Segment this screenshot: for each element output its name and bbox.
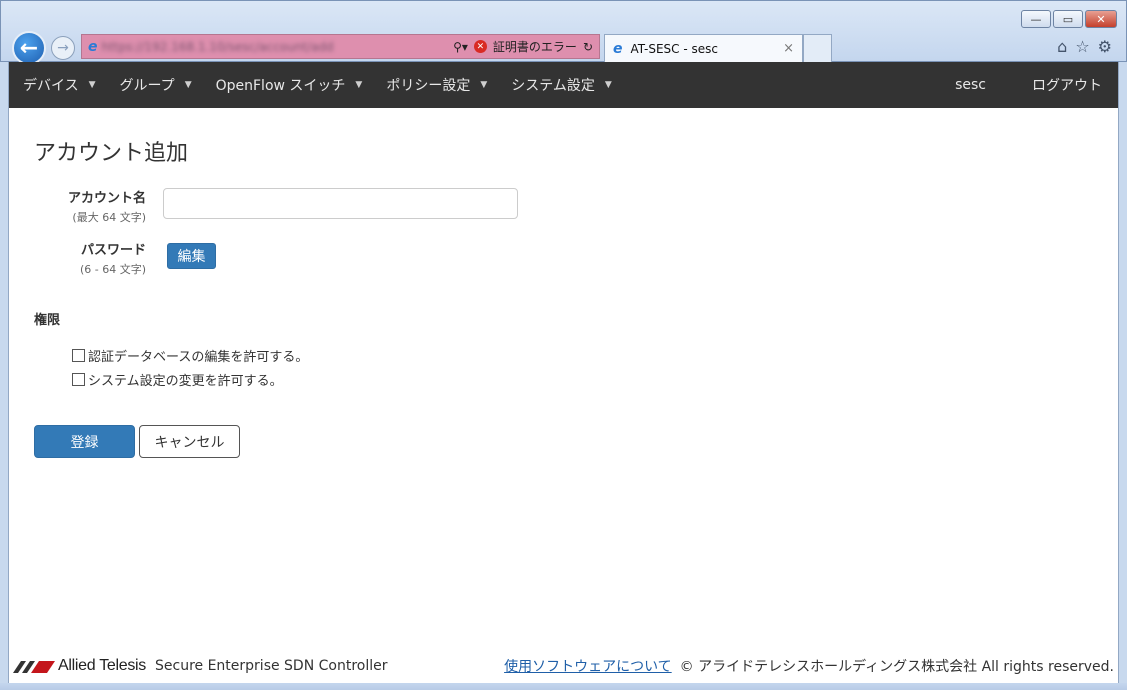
logout-link[interactable]: ログアウト	[1012, 62, 1118, 108]
perm-auth-db-checkbox[interactable]	[72, 349, 85, 362]
brand-name: Allied Telesis	[58, 657, 146, 674]
chevron-down-icon: ▼	[184, 80, 192, 90]
address-bar[interactable]: e https://192.168.1.10/sesc/account/add …	[81, 34, 600, 59]
nav-right: sesc ログアウト	[929, 62, 1118, 108]
window-bottom-frame	[0, 683, 1127, 690]
software-info-link[interactable]: 使用ソフトウェアについて	[504, 656, 672, 676]
perm-auth-db-label: 認証データベースの編集を許可する。	[88, 350, 309, 365]
close-window-button[interactable]: ✕	[1085, 10, 1117, 28]
page-viewport: デバイス ▼ グループ ▼ OpenFlow スイッチ ▼ ポリシー設定 ▼ シ…	[8, 62, 1119, 683]
cancel-button[interactable]: キャンセル	[139, 425, 240, 458]
nav-groups-label: グループ	[119, 78, 175, 94]
nav-system-label: システム設定	[511, 78, 595, 94]
chevron-down-icon: ▼	[480, 80, 488, 90]
settings-gear-icon[interactable]: ⚙	[1098, 37, 1112, 56]
account-name-label: アカウント名 (最大 64 文字)	[34, 187, 146, 225]
search-icon[interactable]: ⚲▾	[453, 40, 468, 54]
footer-right: 使用ソフトウェアについて © アライドテレシスホールディングス株式会社 All …	[504, 656, 1114, 676]
refresh-icon[interactable]: ↻	[583, 40, 593, 54]
account-name-input[interactable]	[163, 188, 518, 219]
register-button[interactable]: 登録	[34, 425, 135, 458]
nav-openflow-switch[interactable]: OpenFlow スイッチ ▼	[204, 62, 375, 108]
nav-user[interactable]: sesc	[929, 62, 1012, 108]
perm-system-label: システム設定の変更を許可する。	[88, 374, 283, 389]
url-text: https://192.168.1.10/sesc/account/add	[101, 39, 334, 54]
account-name-label-text: アカウント名	[67, 191, 146, 206]
top-navbar: デバイス ▼ グループ ▼ OpenFlow スイッチ ▼ ポリシー設定 ▼ シ…	[9, 62, 1118, 108]
forward-button[interactable]: →	[51, 36, 75, 60]
account-name-hint: (最大 64 文字)	[72, 211, 146, 224]
ie-tab-icon: e	[613, 40, 623, 57]
password-hint: (6 - 64 文字)	[79, 263, 146, 276]
nav-openflow-label: OpenFlow スイッチ	[215, 78, 346, 94]
password-edit-button[interactable]: 編集	[167, 243, 216, 269]
maximize-button[interactable]: ▭	[1053, 10, 1083, 28]
product-name: Secure Enterprise SDN Controller	[155, 658, 388, 674]
chevron-down-icon: ▼	[355, 80, 363, 90]
tab-title: AT-SESC - sesc	[630, 41, 718, 56]
nav-system-settings[interactable]: システム設定 ▼	[499, 62, 624, 108]
nav-policy-settings[interactable]: ポリシー設定 ▼	[374, 62, 499, 108]
perm-system-row[interactable]: システム設定の変更を許可する。	[72, 370, 283, 389]
home-icon[interactable]: ⌂	[1057, 37, 1067, 56]
allied-telesis-logo-icon	[13, 661, 55, 673]
permissions-title: 権限	[34, 313, 61, 328]
copyright-text: © アライドテレシスホールディングス株式会社 All rights reserv…	[679, 659, 1114, 675]
perm-auth-db-row[interactable]: 認証データベースの編集を許可する。	[72, 346, 308, 365]
new-tab-button[interactable]	[803, 34, 832, 62]
cert-error-label[interactable]: 証明書のエラー	[493, 38, 577, 55]
allied-telesis-logo: Allied Telesis	[13, 657, 146, 675]
perm-system-checkbox[interactable]	[72, 373, 85, 386]
tab-close-icon[interactable]: ×	[783, 41, 794, 56]
back-button[interactable]: ←	[12, 31, 46, 65]
nav-devices[interactable]: デバイス ▼	[9, 62, 108, 108]
window-controls: — ▭ ✕	[1021, 10, 1117, 28]
minimize-button[interactable]: —	[1021, 10, 1051, 28]
nav-groups[interactable]: グループ ▼	[108, 62, 204, 108]
page-title: アカウント追加	[34, 141, 189, 166]
password-label-text: パスワード	[80, 243, 146, 258]
browser-tools: ⌂ ☆ ⚙	[1057, 37, 1112, 56]
password-label: パスワード (6 - 64 文字)	[34, 239, 146, 277]
chevron-down-icon: ▼	[604, 80, 612, 90]
footer: Allied Telesis Secure Enterprise SDN Con…	[9, 652, 1118, 680]
browser-chrome: — ▭ ✕ ← → e https://192.168.1.10/sesc/ac…	[0, 0, 1127, 65]
ie-logo-icon: e	[88, 38, 98, 55]
arrow-right-icon: →	[57, 40, 69, 56]
arrow-left-icon: ←	[19, 35, 39, 61]
nav-policy-label: ポリシー設定	[386, 78, 471, 94]
nav-devices-label: デバイス	[23, 78, 79, 94]
chevron-down-icon: ▼	[88, 80, 96, 90]
cert-error-icon: ✕	[473, 40, 487, 53]
favorites-star-icon[interactable]: ☆	[1075, 37, 1089, 56]
main-content: アカウント追加 アカウント名 (最大 64 文字) パスワード (6 - 64 …	[9, 108, 1118, 683]
browser-tab-active[interactable]: e AT-SESC - sesc ×	[604, 34, 803, 62]
